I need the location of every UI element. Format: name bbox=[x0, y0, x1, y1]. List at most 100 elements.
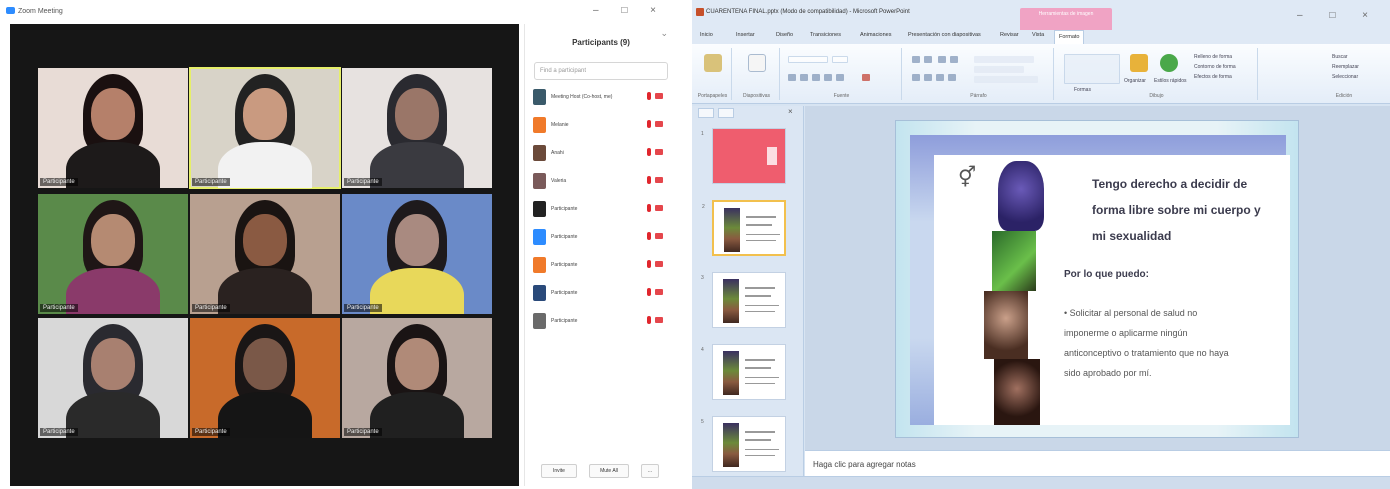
video-off-icon[interactable] bbox=[655, 121, 663, 127]
participant-row[interactable]: Participante bbox=[533, 310, 671, 332]
video-tile[interactable]: Participante bbox=[38, 68, 188, 188]
convert-smartart-button[interactable] bbox=[974, 76, 1038, 83]
font-color-icon[interactable] bbox=[862, 74, 870, 81]
slide-thumbnail[interactable]: 2 bbox=[702, 200, 786, 256]
tab-transiciones[interactable]: Transiciones bbox=[810, 32, 841, 38]
italic-icon[interactable] bbox=[800, 74, 808, 81]
slide-thumbnail[interactable]: 1 bbox=[701, 128, 786, 184]
video-tile[interactable]: Participante bbox=[342, 68, 492, 188]
muted-mic-icon[interactable] bbox=[647, 148, 651, 156]
text-direction-button[interactable] bbox=[974, 56, 1034, 63]
video-tile[interactable]: Participante bbox=[342, 194, 492, 314]
mute-all-button[interactable]: Mute All bbox=[589, 464, 629, 478]
invite-button[interactable]: Invite bbox=[541, 464, 577, 478]
video-tile[interactable]: Participante bbox=[189, 67, 341, 189]
video-tile[interactable]: Participante bbox=[38, 318, 188, 438]
notes-pane[interactable]: Haga clic para agregar notas bbox=[805, 450, 1390, 476]
slide-image-collage[interactable]: ⚥ bbox=[954, 159, 1054, 425]
increase-indent-icon[interactable] bbox=[950, 56, 958, 63]
tab-insertar[interactable]: Insertar bbox=[736, 32, 755, 38]
picture-tools-contextual-tab[interactable]: Herramientas de imagen bbox=[1020, 8, 1112, 30]
close-button[interactable]: × bbox=[650, 5, 666, 16]
video-tile[interactable]: Participante bbox=[342, 318, 492, 438]
quick-styles-icon[interactable] bbox=[1160, 54, 1178, 72]
tab-formato[interactable]: Formato bbox=[1054, 30, 1085, 44]
more-options-button[interactable]: ... bbox=[641, 464, 659, 478]
muted-mic-icon[interactable] bbox=[647, 92, 651, 100]
shadow-icon[interactable] bbox=[836, 74, 844, 81]
video-off-icon[interactable] bbox=[655, 149, 663, 155]
video-off-icon[interactable] bbox=[655, 317, 663, 323]
zoom-window-controls[interactable]: – □ × bbox=[593, 5, 666, 16]
participant-row[interactable]: Participante bbox=[533, 198, 671, 220]
tab-animaciones[interactable]: Animaciones bbox=[860, 32, 892, 38]
shapes-gallery[interactable] bbox=[1064, 54, 1120, 84]
outline-tab[interactable] bbox=[718, 108, 734, 118]
participant-row[interactable]: Participante bbox=[533, 254, 671, 276]
align-text-button[interactable] bbox=[974, 66, 1024, 73]
video-off-icon[interactable] bbox=[655, 233, 663, 239]
replace-button[interactable]: Reemplazar bbox=[1332, 64, 1359, 70]
find-button[interactable]: Buscar bbox=[1332, 54, 1348, 60]
participant-search-input[interactable]: Find a participant bbox=[534, 62, 668, 80]
participant-row[interactable]: Melanie bbox=[533, 114, 671, 136]
close-pane-icon[interactable]: × bbox=[788, 107, 793, 116]
bold-icon[interactable] bbox=[788, 74, 796, 81]
ppt-maximize-button[interactable]: □ bbox=[1329, 10, 1347, 21]
shape-effects-button[interactable]: Efectos de forma bbox=[1194, 74, 1232, 80]
arrange-icon[interactable] bbox=[1130, 54, 1148, 72]
slides-tab[interactable] bbox=[698, 108, 714, 118]
muted-mic-icon[interactable] bbox=[647, 260, 651, 268]
align-left-icon[interactable] bbox=[912, 74, 920, 81]
ppt-close-button[interactable]: × bbox=[1362, 10, 1380, 21]
ppt-minimize-button[interactable]: – bbox=[1297, 10, 1315, 21]
slide-thumbnail[interactable]: 3 bbox=[701, 272, 786, 328]
muted-mic-icon[interactable] bbox=[647, 176, 651, 184]
decrease-indent-icon[interactable] bbox=[938, 56, 946, 63]
numbering-icon[interactable] bbox=[924, 56, 932, 63]
video-tile[interactable]: Participante bbox=[190, 194, 340, 314]
slide-thumbnail[interactable]: 4 bbox=[701, 344, 786, 400]
video-off-icon[interactable] bbox=[655, 93, 663, 99]
muted-mic-icon[interactable] bbox=[647, 288, 651, 296]
align-center-icon[interactable] bbox=[924, 74, 932, 81]
justify-icon[interactable] bbox=[948, 74, 956, 81]
underline-icon[interactable] bbox=[812, 74, 820, 81]
paste-icon[interactable] bbox=[704, 54, 722, 72]
tab-presentacion[interactable]: Presentación con diapositivas bbox=[908, 32, 981, 38]
ppt-window-controls[interactable]: – □ × bbox=[1297, 10, 1380, 21]
muted-mic-icon[interactable] bbox=[647, 204, 651, 212]
muted-mic-icon[interactable] bbox=[647, 120, 651, 128]
minimize-button[interactable]: – bbox=[593, 5, 609, 16]
muted-mic-icon[interactable] bbox=[647, 316, 651, 324]
participant-row[interactable]: Anahi bbox=[533, 142, 671, 164]
participant-row[interactable]: Participante bbox=[533, 226, 671, 248]
tab-vista[interactable]: Vista bbox=[1032, 32, 1044, 38]
tab-revisar[interactable]: Revisar bbox=[1000, 32, 1019, 38]
maximize-button[interactable]: □ bbox=[621, 5, 637, 16]
video-off-icon[interactable] bbox=[655, 261, 663, 267]
shape-fill-button[interactable]: Relleno de forma bbox=[1194, 54, 1232, 60]
current-slide[interactable]: ⚥ Tengo derecho a decidir de forma libre… bbox=[895, 120, 1299, 438]
video-tile[interactable]: Participante bbox=[38, 194, 188, 314]
shape-outline-button[interactable]: Contorno de forma bbox=[1194, 64, 1236, 70]
new-slide-icon[interactable] bbox=[748, 54, 766, 72]
participant-row[interactable]: Participante bbox=[533, 282, 671, 304]
select-button[interactable]: Seleccionar bbox=[1332, 74, 1358, 80]
strikethrough-icon[interactable] bbox=[824, 74, 832, 81]
muted-mic-icon[interactable] bbox=[647, 232, 651, 240]
tab-inicio[interactable]: Inicio bbox=[700, 32, 713, 38]
font-size-dropdown[interactable] bbox=[832, 56, 848, 63]
participant-video-body bbox=[66, 392, 160, 438]
participant-row[interactable]: Valeria bbox=[533, 170, 671, 192]
slide-thumbnail[interactable]: 5 bbox=[701, 416, 786, 472]
participant-row[interactable]: Meeting Host (Co-host, me) bbox=[533, 86, 671, 108]
tab-diseno[interactable]: Diseño bbox=[776, 32, 793, 38]
align-right-icon[interactable] bbox=[936, 74, 944, 81]
video-off-icon[interactable] bbox=[655, 289, 663, 295]
video-tile[interactable]: Participante bbox=[190, 318, 340, 438]
video-off-icon[interactable] bbox=[655, 205, 663, 211]
font-name-dropdown[interactable] bbox=[788, 56, 828, 63]
bullets-icon[interactable] bbox=[912, 56, 920, 63]
video-off-icon[interactable] bbox=[655, 177, 663, 183]
